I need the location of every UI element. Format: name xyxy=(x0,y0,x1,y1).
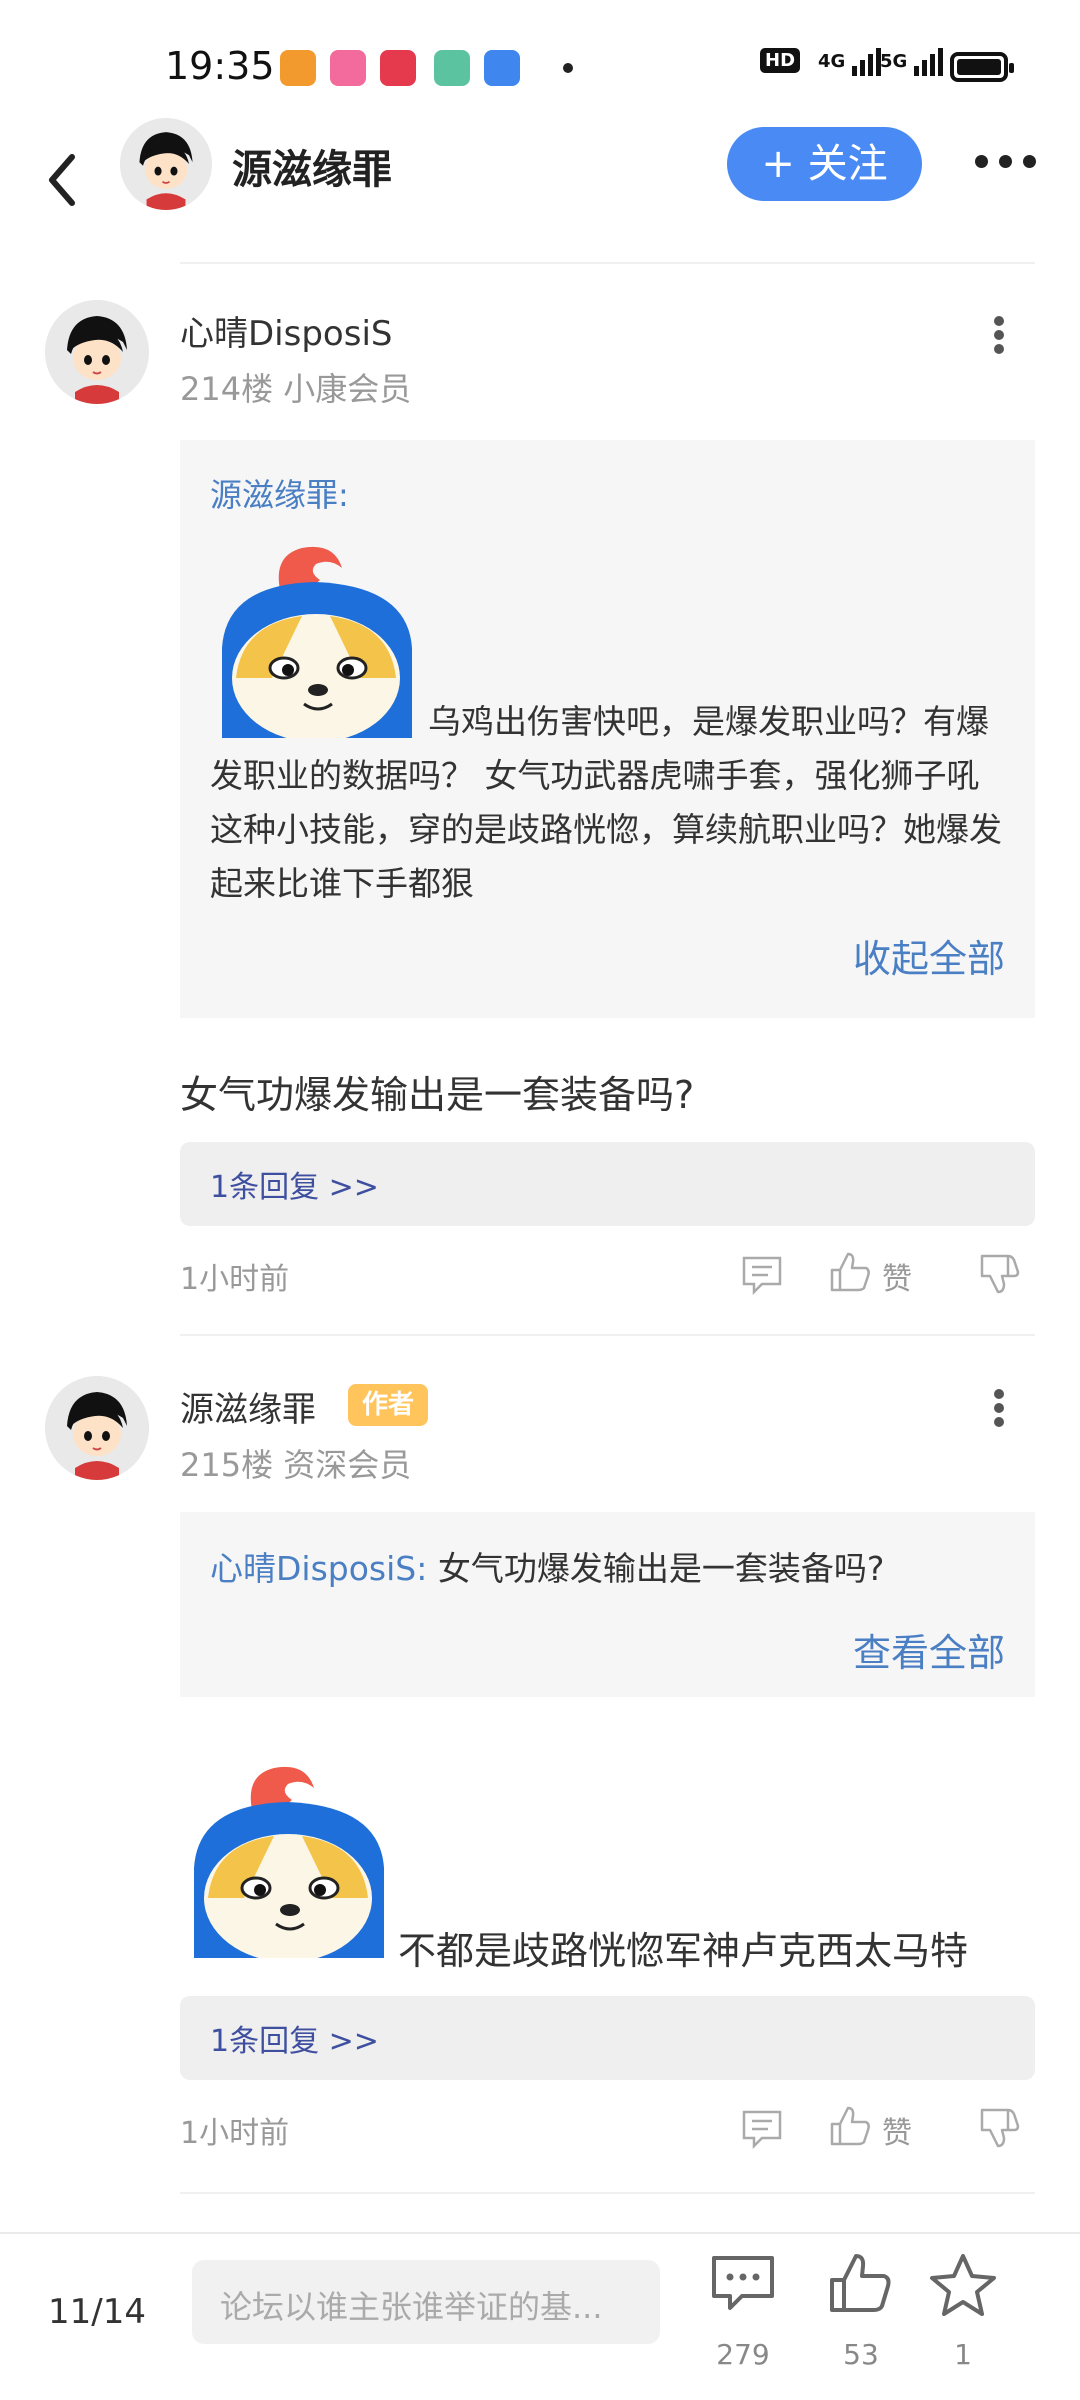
quoted-text: 乌鸡出伤害快吧，是爆发职业吗？有爆发职业的数据吗？ 女气功武器虎啸手套，强化狮子… xyxy=(210,702,1002,903)
status-time: 19:35 xyxy=(165,44,275,88)
reply-icon[interactable] xyxy=(740,1252,784,1296)
like-icon[interactable] xyxy=(828,2104,872,2148)
user-avatar[interactable] xyxy=(45,1376,149,1480)
mascot-sticker xyxy=(194,1766,384,1958)
post-time: 1小时前 xyxy=(180,1262,290,1297)
user-avatar[interactable] xyxy=(45,300,149,404)
view-all-link[interactable]: 查看全部 xyxy=(853,1622,1005,1677)
notification-dot xyxy=(563,63,573,73)
thread-header: 源滋缘罪 + 关注 xyxy=(0,115,1080,255)
follow-button[interactable]: + 关注 xyxy=(727,127,922,201)
quoted-username[interactable]: 源滋缘罪: xyxy=(210,470,349,516)
author-badge: 作者 xyxy=(348,1384,428,1426)
more-options-icon[interactable] xyxy=(975,153,1055,173)
app-store-icon xyxy=(380,50,416,86)
header-title[interactable]: 源滋缘罪 xyxy=(232,137,392,195)
uc-browser-icon xyxy=(280,50,316,86)
star-icon[interactable] xyxy=(928,2252,998,2316)
back-arrow-icon[interactable] xyxy=(38,145,88,215)
reply-count-link[interactable]: 1条回复 >> xyxy=(180,1142,1035,1226)
divider xyxy=(180,1334,1035,1336)
comments-icon[interactable] xyxy=(708,2252,778,2316)
divider xyxy=(180,2192,1035,2194)
reply-count-link[interactable]: 1条回复 >> xyxy=(180,1996,1035,2080)
comment-input[interactable]: 论坛以谁主张谁举证的基... xyxy=(192,2260,660,2344)
comment-text: 女气功爆发输出是一套装备吗? xyxy=(180,1073,695,1117)
author-avatar[interactable] xyxy=(120,118,212,210)
post-menu-icon[interactable] xyxy=(984,312,1014,358)
star-count: 1 xyxy=(954,2338,972,2371)
reply-icon[interactable] xyxy=(740,2106,784,2150)
hd-indicator: HD xyxy=(760,48,801,73)
bottom-bar: 11/14 论坛以谁主张谁举证的基... 279 53 1 xyxy=(0,2232,1080,2400)
status-bar: 19:35 HD 4G 5G xyxy=(0,0,1080,130)
like-label[interactable]: 赞 xyxy=(882,2108,912,2152)
page-indicator[interactable]: 11/14 xyxy=(48,2292,146,2332)
post-menu-icon[interactable] xyxy=(984,1385,1014,1431)
bilibili-icon xyxy=(330,50,366,86)
quoted-line: 心晴DisposiS: 女气功爆发输出是一套装备吗? xyxy=(210,1542,884,1590)
username[interactable]: 源滋缘罪 xyxy=(180,1382,316,1431)
comment-text: 不都是歧路恍惚军神卢克西太马特 xyxy=(398,1929,969,1973)
dislike-icon[interactable] xyxy=(978,1252,1022,1296)
battery-icon xyxy=(950,52,1014,82)
collapse-all-link[interactable]: 收起全部 xyxy=(853,928,1005,983)
floor-meta: 215楼 资深会员 xyxy=(180,1446,412,1484)
multitask-icon xyxy=(484,50,520,86)
divider xyxy=(180,262,1035,264)
like-icon[interactable] xyxy=(828,1250,872,1294)
5g-signal-icon: 5G xyxy=(880,48,944,76)
floor-meta: 214楼 小康会员 xyxy=(180,370,412,408)
quoted-reply[interactable]: 心晴DisposiS: 女气功爆发输出是一套装备吗? 查看全部 xyxy=(180,1512,1035,1697)
notes-icon xyxy=(434,50,470,86)
dislike-icon[interactable] xyxy=(978,2106,1022,2150)
comment-count: 279 xyxy=(716,2338,770,2371)
quoted-text: 女气功爆发输出是一套装备吗? xyxy=(437,1549,885,1588)
post-time: 1小时前 xyxy=(180,2116,290,2151)
quoted-username[interactable]: 心晴DisposiS: xyxy=(210,1549,427,1588)
username[interactable]: 心晴DisposiS xyxy=(180,306,392,355)
like-count: 53 xyxy=(843,2338,879,2371)
like-icon[interactable] xyxy=(826,2252,896,2316)
4g-signal-icon: 4G xyxy=(818,48,882,76)
quoted-reply[interactable]: 源滋缘罪: 乌鸡出伤害快吧，是爆发职业吗？有爆发职业的数据吗？ 女气功武器虎啸手… xyxy=(180,440,1035,1018)
like-label[interactable]: 赞 xyxy=(882,1254,912,1298)
